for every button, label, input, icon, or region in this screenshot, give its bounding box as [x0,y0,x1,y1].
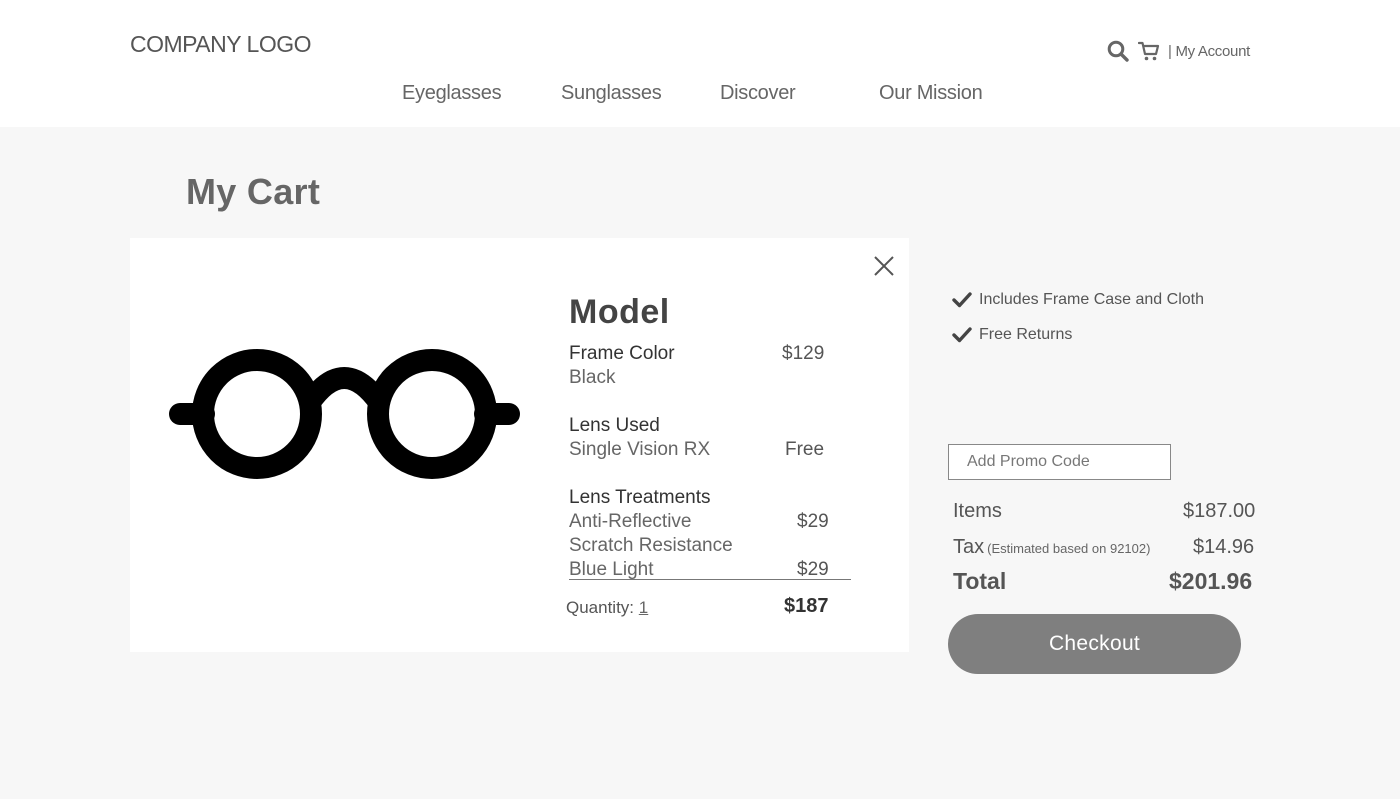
treatment-price: $29 [797,511,829,532]
tax-label: Tax [953,536,985,558]
total-value: $201.96 [1169,568,1253,594]
tax-value: $14.96 [1193,536,1255,558]
checkmark-icon [952,327,972,343]
nav-discover[interactable]: Discover [720,82,796,105]
cart-icon[interactable] [1138,40,1160,62]
lens-used-price: Free [785,439,825,460]
tax-row: Tax (Estimated based on 92102) [953,536,1150,559]
perk-item: Free Returns [952,326,1072,344]
model-name: Model [569,293,670,331]
treatment-name: Anti-Reflective [569,511,692,532]
close-icon[interactable] [872,254,896,278]
lens-used-value: Single Vision RX [569,439,711,460]
treatment-price: $29 [797,559,829,580]
quantity-selector[interactable]: 1 [639,598,648,617]
treatment-name: Blue Light [569,559,654,580]
nav-our-mission[interactable]: Our Mission [879,82,983,105]
quantity-label: Quantity: [566,598,635,617]
lens-treatments-label: Lens Treatments [569,487,711,508]
page-title: My Cart [186,171,321,212]
checkmark-icon [952,292,972,308]
items-label: Items [953,500,1002,522]
lens-used-label: Lens Used [569,415,660,436]
item-subtotal: $187 [784,595,829,617]
quantity-row: Quantity: 1 [566,598,648,618]
tax-note: (Estimated based on 92102) [987,541,1151,556]
frame-color-value: Black [569,367,616,388]
perk-text: Includes Frame Case and Cloth [979,291,1204,308]
frame-color-label: Frame Color [569,343,675,364]
treatment-name: Scratch Resistance [569,535,733,556]
frame-price: $129 [782,343,825,364]
checkout-button[interactable]: Checkout [948,614,1241,674]
eyeglasses-icon [168,346,524,482]
total-label: Total [953,568,1007,594]
promo-code-input[interactable] [948,444,1171,480]
item-divider [569,579,851,580]
header-utilities: | My Account [1107,38,1250,64]
nav-sunglasses[interactable]: Sunglasses [561,82,662,105]
my-account-link[interactable]: | My Account [1168,43,1250,60]
company-logo[interactable]: COMPANY LOGO [130,31,312,58]
items-value: $187.00 [1183,500,1256,522]
search-icon[interactable] [1107,40,1129,62]
perk-text: Free Returns [979,326,1073,343]
site-header: COMPANY LOGO | My Account Eyeglasses Sun… [0,0,1400,127]
perk-item: Includes Frame Case and Cloth [952,291,1204,309]
nav-eyeglasses[interactable]: Eyeglasses [402,82,502,105]
